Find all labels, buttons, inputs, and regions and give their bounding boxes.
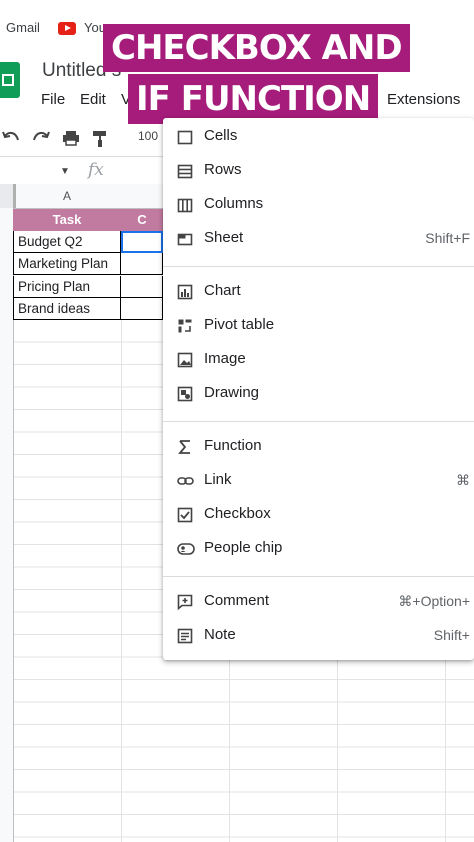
task-cell[interactable]: Pricing Plan xyxy=(13,276,121,298)
task-cell[interactable]: Budget Q2 xyxy=(13,231,121,253)
task-cell[interactable]: Marketing Plan xyxy=(13,253,121,275)
print-icon[interactable] xyxy=(62,130,80,146)
checkbox-cell[interactable] xyxy=(121,298,163,320)
menu-item-label: Image xyxy=(204,350,246,367)
redo-icon[interactable] xyxy=(32,130,50,144)
menu-item-shortcut: ⌘+Option+ xyxy=(398,593,470,609)
youtube-icon xyxy=(58,22,76,35)
menu-item-link[interactable]: Link ⌘ xyxy=(163,464,474,498)
menu-item-image[interactable]: Image xyxy=(163,343,474,377)
menu-item-label: Cells xyxy=(204,127,238,144)
task-cell[interactable]: Brand ideas xyxy=(13,298,121,320)
menu-item-label: Link xyxy=(204,471,232,488)
menu-item-rows[interactable]: Rows xyxy=(163,154,474,188)
people-chip-icon xyxy=(177,541,195,557)
menu-item-label: Checkbox xyxy=(204,505,271,522)
menu-item-shortcut: Shift+ xyxy=(433,627,470,643)
menu-item-chart[interactable]: Chart xyxy=(163,275,474,309)
menu-item-label: People chip xyxy=(204,539,283,556)
sigma-icon xyxy=(177,439,193,455)
menu-item-columns[interactable]: Columns xyxy=(163,188,474,222)
name-box-dropdown-icon[interactable]: ▼ xyxy=(60,166,70,177)
rows-icon xyxy=(177,163,193,179)
menu-item-pivot-table[interactable]: Pivot table xyxy=(163,309,474,343)
link-icon xyxy=(177,473,194,489)
cells-icon xyxy=(177,129,193,145)
header-cell-task[interactable]: Task xyxy=(13,209,121,231)
image-icon xyxy=(177,352,193,368)
menu-item-drawing[interactable]: Drawing xyxy=(163,377,474,411)
menu-item-cells[interactable]: Cells xyxy=(163,120,474,154)
paint-format-icon[interactable] xyxy=(92,130,108,148)
menu-item-people-chip[interactable]: People chip xyxy=(163,532,474,566)
menu-item-note[interactable]: Note Shift+ xyxy=(163,619,474,653)
menu-item-shortcut: ⌘ xyxy=(456,472,470,488)
zoom-select[interactable]: 100 xyxy=(138,129,158,143)
menu-item-label: Sheet xyxy=(204,229,244,246)
menu-item-label: Comment xyxy=(204,592,270,609)
menu-separator xyxy=(163,576,474,577)
columns-icon xyxy=(177,197,193,213)
menu-item-label: Chart xyxy=(204,282,241,299)
comment-icon xyxy=(177,594,193,610)
menu-item-checkbox[interactable]: Checkbox xyxy=(163,498,474,532)
note-icon xyxy=(177,628,193,644)
overlay-title-line-1: CHECKBOX AND xyxy=(103,24,410,72)
overlay-title-line-2: IF FUNCTION xyxy=(128,74,379,124)
insert-menu: Cells Rows Columns Sheet Shift+F Chart P… xyxy=(163,118,474,660)
column-header-a[interactable]: A xyxy=(13,184,121,208)
undo-icon[interactable] xyxy=(2,130,20,144)
menu-extensions[interactable]: Extensions xyxy=(387,91,460,108)
chart-icon xyxy=(177,284,193,300)
checkbox-icon xyxy=(177,507,193,523)
row-header-column xyxy=(0,208,14,842)
pivot-table-icon xyxy=(177,318,193,334)
sheet-icon xyxy=(177,231,193,247)
fx-icon: fx xyxy=(88,160,104,180)
selected-cell[interactable] xyxy=(121,231,163,253)
menu-item-function[interactable]: Function xyxy=(163,430,474,464)
checkbox-cell[interactable] xyxy=(121,276,163,298)
menu-item-label: Columns xyxy=(204,195,264,212)
menu-item-comment[interactable]: Comment ⌘+Option+ xyxy=(163,585,474,619)
menu-item-label: Drawing xyxy=(204,384,260,401)
menu-item-label: Pivot table xyxy=(204,316,275,333)
header-cell-b[interactable]: C xyxy=(121,209,163,231)
menu-item-label: Function xyxy=(204,437,262,454)
menu-item-label: Rows xyxy=(204,161,242,178)
menu-separator xyxy=(163,266,474,267)
menu-item-shortcut: Shift+F xyxy=(425,230,470,246)
menu-item-label: Note xyxy=(204,626,236,643)
menu-file[interactable]: File xyxy=(41,91,65,108)
menu-item-sheet[interactable]: Sheet Shift+F xyxy=(163,222,474,256)
drawing-icon xyxy=(177,386,193,402)
menu-edit[interactable]: Edit xyxy=(80,91,106,108)
menu-separator xyxy=(163,421,474,422)
checkbox-cell[interactable] xyxy=(121,253,163,275)
bookmark-gmail[interactable]: Gmail xyxy=(6,20,40,35)
